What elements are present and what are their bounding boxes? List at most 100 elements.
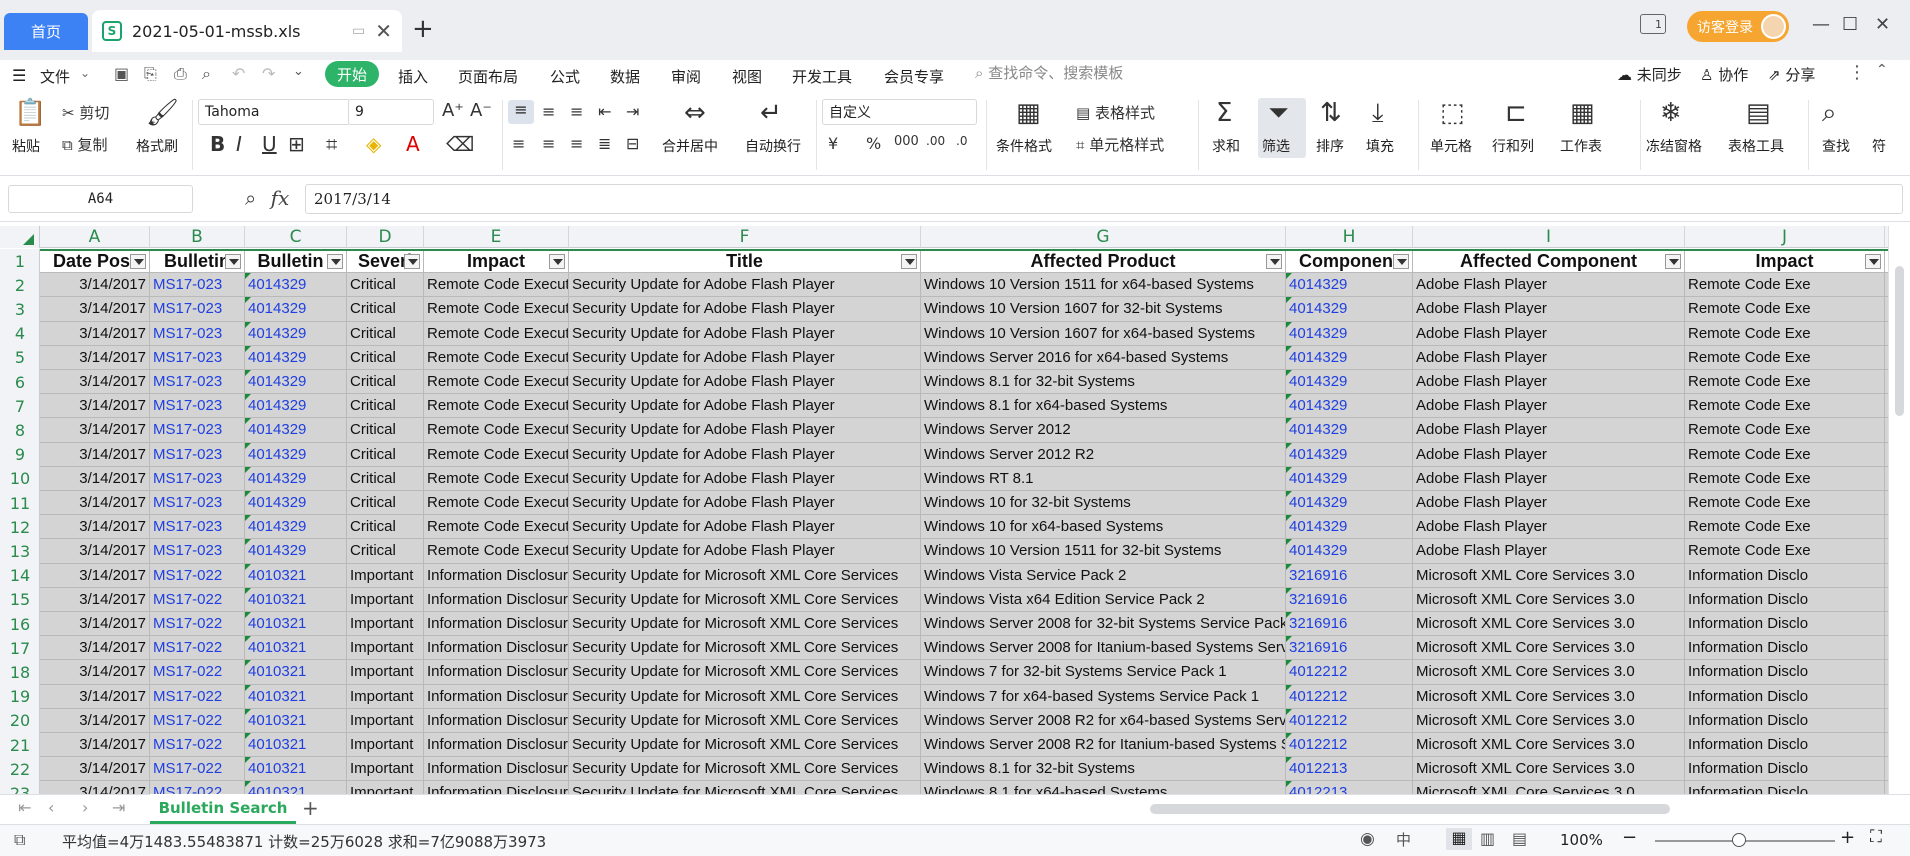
table-cell[interactable]: Information Disclosure bbox=[424, 708, 569, 733]
table-cell[interactable]: 3/14/2017 bbox=[40, 515, 150, 540]
table-cell[interactable]: 3216916 bbox=[1286, 612, 1413, 637]
row-header-21[interactable]: 21 bbox=[0, 733, 40, 757]
table-cell[interactable]: Microsoft XML Core Services 3.0 bbox=[1413, 757, 1685, 782]
row-header-22[interactable]: 22 bbox=[0, 757, 40, 781]
table-cell[interactable]: Remote Code Executi bbox=[424, 418, 569, 443]
window-count-icon[interactable]: 1 bbox=[1640, 14, 1666, 34]
filter-dropdown-icon[interactable] bbox=[225, 254, 241, 269]
maximize-icon[interactable]: ☐ bbox=[1842, 14, 1858, 35]
conditional-format-button[interactable]: 条件格式 bbox=[996, 136, 1052, 156]
header-cell[interactable]: Affected Product bbox=[921, 249, 1286, 274]
find-button[interactable]: 查找 bbox=[1822, 136, 1850, 156]
select-all-corner[interactable] bbox=[0, 226, 40, 248]
align-middle-icon[interactable]: ≡ bbox=[542, 102, 555, 121]
header-cell[interactable]: Affected Component bbox=[1413, 249, 1685, 274]
cells-icon[interactable]: ⬚ bbox=[1440, 98, 1465, 128]
table-cell[interactable]: 3/14/2017 bbox=[40, 757, 150, 782]
table-cell[interactable]: Remote Code Executi bbox=[424, 370, 569, 395]
format-painter-icon[interactable]: 🖌 bbox=[146, 98, 179, 128]
table-cell[interactable]: Adobe Flash Player bbox=[1413, 273, 1685, 298]
table-cell[interactable]: Adobe Flash Player bbox=[1413, 466, 1685, 491]
header-cell[interactable]: Date Post bbox=[40, 249, 150, 274]
table-cell[interactable]: 4014329 bbox=[245, 491, 347, 516]
row-header-15[interactable]: 15 bbox=[0, 588, 40, 612]
table-cell[interactable]: Important bbox=[347, 587, 424, 612]
print-preview-icon[interactable]: ⌕ bbox=[202, 64, 211, 84]
table-cell[interactable]: Security Update for Microsoft XML Core S… bbox=[569, 757, 921, 782]
table-tools-button[interactable]: 表格工具 bbox=[1728, 136, 1784, 156]
row-header-11[interactable]: 11 bbox=[0, 491, 40, 515]
table-cell[interactable]: 3/14/2017 bbox=[40, 612, 150, 637]
table-cell[interactable]: Information Disclo bbox=[1685, 587, 1885, 612]
table-cell[interactable]: 3/14/2017 bbox=[40, 539, 150, 564]
table-cell[interactable]: Critical bbox=[347, 394, 424, 419]
table-cell[interactable]: MS17-022 bbox=[150, 636, 245, 661]
menu-developer[interactable]: 开发工具 bbox=[792, 66, 852, 87]
table-style-button[interactable]: ▤ 表格样式 bbox=[1076, 102, 1155, 123]
cells-button[interactable]: 单元格 bbox=[1430, 136, 1472, 156]
save-icon[interactable]: ▣ bbox=[114, 64, 129, 83]
table-cell[interactable]: 4014329 bbox=[1286, 418, 1413, 443]
table-cell[interactable]: Remote Code Exe bbox=[1685, 491, 1885, 516]
align-bottom-icon[interactable]: ≡ bbox=[570, 102, 583, 121]
table-cell[interactable]: Information Disclosure bbox=[424, 757, 569, 782]
table-cell[interactable]: Critical bbox=[347, 273, 424, 298]
table-cell[interactable]: Important bbox=[347, 612, 424, 637]
table-cell[interactable]: Critical bbox=[347, 418, 424, 443]
table-cell[interactable]: Windows 8.1 for 32-bit Systems bbox=[921, 370, 1286, 395]
table-cell[interactable]: Critical bbox=[347, 370, 424, 395]
sort-button[interactable]: 排序 bbox=[1316, 136, 1344, 156]
clear-format-icon[interactable]: ⌫ bbox=[446, 132, 474, 156]
grid-body[interactable]: Date Post Bulletin Bulletin I Severi Impact T… bbox=[40, 249, 1888, 794]
table-cell[interactable]: 4014329 bbox=[1286, 539, 1413, 564]
table-cell[interactable]: 3/14/2017 bbox=[40, 636, 150, 661]
table-cell[interactable]: 4014329 bbox=[1286, 321, 1413, 346]
underline-icon[interactable]: U bbox=[262, 132, 277, 156]
table-cell[interactable]: 4014329 bbox=[1286, 370, 1413, 395]
add-sheet-icon[interactable]: + bbox=[302, 796, 319, 820]
menu-view[interactable]: 视图 bbox=[732, 66, 762, 87]
table-cell[interactable]: Windows Server 2012 bbox=[921, 418, 1286, 443]
menu-file[interactable]: 文件 bbox=[40, 66, 70, 87]
table-cell[interactable]: Windows Server 2012 R2 bbox=[921, 442, 1286, 467]
table-cell[interactable]: 4010321 bbox=[245, 563, 347, 588]
row-header-20[interactable]: 20 bbox=[0, 709, 40, 733]
close-window-icon[interactable]: ✕ bbox=[1875, 14, 1890, 35]
table-cell[interactable]: Important bbox=[347, 660, 424, 685]
table-cell[interactable]: Important bbox=[347, 733, 424, 758]
table-cell[interactable]: Microsoft XML Core Services 3.0 bbox=[1413, 660, 1685, 685]
table-cell[interactable]: Information Disclo bbox=[1685, 563, 1885, 588]
table-cell[interactable]: Information Disclosure bbox=[424, 636, 569, 661]
collapse-ribbon-icon[interactable]: ⌃ bbox=[1876, 62, 1888, 78]
column-header-a[interactable]: A bbox=[40, 226, 150, 248]
align-center-icon[interactable]: ≡ bbox=[542, 134, 555, 153]
print-icon[interactable]: ⎙ bbox=[174, 64, 187, 84]
row-header-14[interactable]: 14 bbox=[0, 564, 40, 588]
table-cell[interactable]: Information Disclo bbox=[1685, 708, 1885, 733]
table-cell[interactable]: Windows 8.1 for x64-based Systems bbox=[921, 394, 1286, 419]
sum-button[interactable]: 求和 bbox=[1212, 136, 1240, 156]
header-cell[interactable]: Impact bbox=[1685, 249, 1885, 274]
table-cell[interactable]: Remote Code Exe bbox=[1685, 515, 1885, 540]
table-cell[interactable]: 3/14/2017 bbox=[40, 733, 150, 758]
table-cell[interactable]: 4014329 bbox=[1286, 515, 1413, 540]
table-cell[interactable]: Windows Vista x64 Edition Service Pack 2 bbox=[921, 587, 1286, 612]
more-icon[interactable]: ⋮ bbox=[1848, 62, 1866, 83]
row-header-4[interactable]: 4 bbox=[0, 322, 40, 346]
zoom-out-icon[interactable]: − bbox=[1622, 827, 1637, 848]
filter-dropdown-icon[interactable] bbox=[130, 254, 146, 269]
table-cell[interactable]: 4014329 bbox=[1286, 345, 1413, 370]
fx-icon[interactable]: fx bbox=[271, 186, 290, 210]
table-cell[interactable]: 3/14/2017 bbox=[40, 491, 150, 516]
table-cell[interactable]: Adobe Flash Player bbox=[1413, 321, 1685, 346]
table-cell[interactable]: MS17-022 bbox=[150, 587, 245, 612]
row-header-16[interactable]: 16 bbox=[0, 612, 40, 636]
table-cell[interactable]: 4014329 bbox=[245, 321, 347, 346]
monitor-icon[interactable]: ▭ bbox=[352, 23, 365, 39]
filter-dropdown-icon[interactable] bbox=[1393, 254, 1409, 269]
table-cell[interactable]: Important bbox=[347, 708, 424, 733]
align-left-icon[interactable]: ≡ bbox=[512, 134, 525, 153]
filter-button[interactable]: 筛选 bbox=[1262, 136, 1290, 156]
table-cell[interactable]: Windows 10 for 32-bit Systems bbox=[921, 491, 1286, 516]
table-cell[interactable]: Security Update for Microsoft XML Core S… bbox=[569, 563, 921, 588]
